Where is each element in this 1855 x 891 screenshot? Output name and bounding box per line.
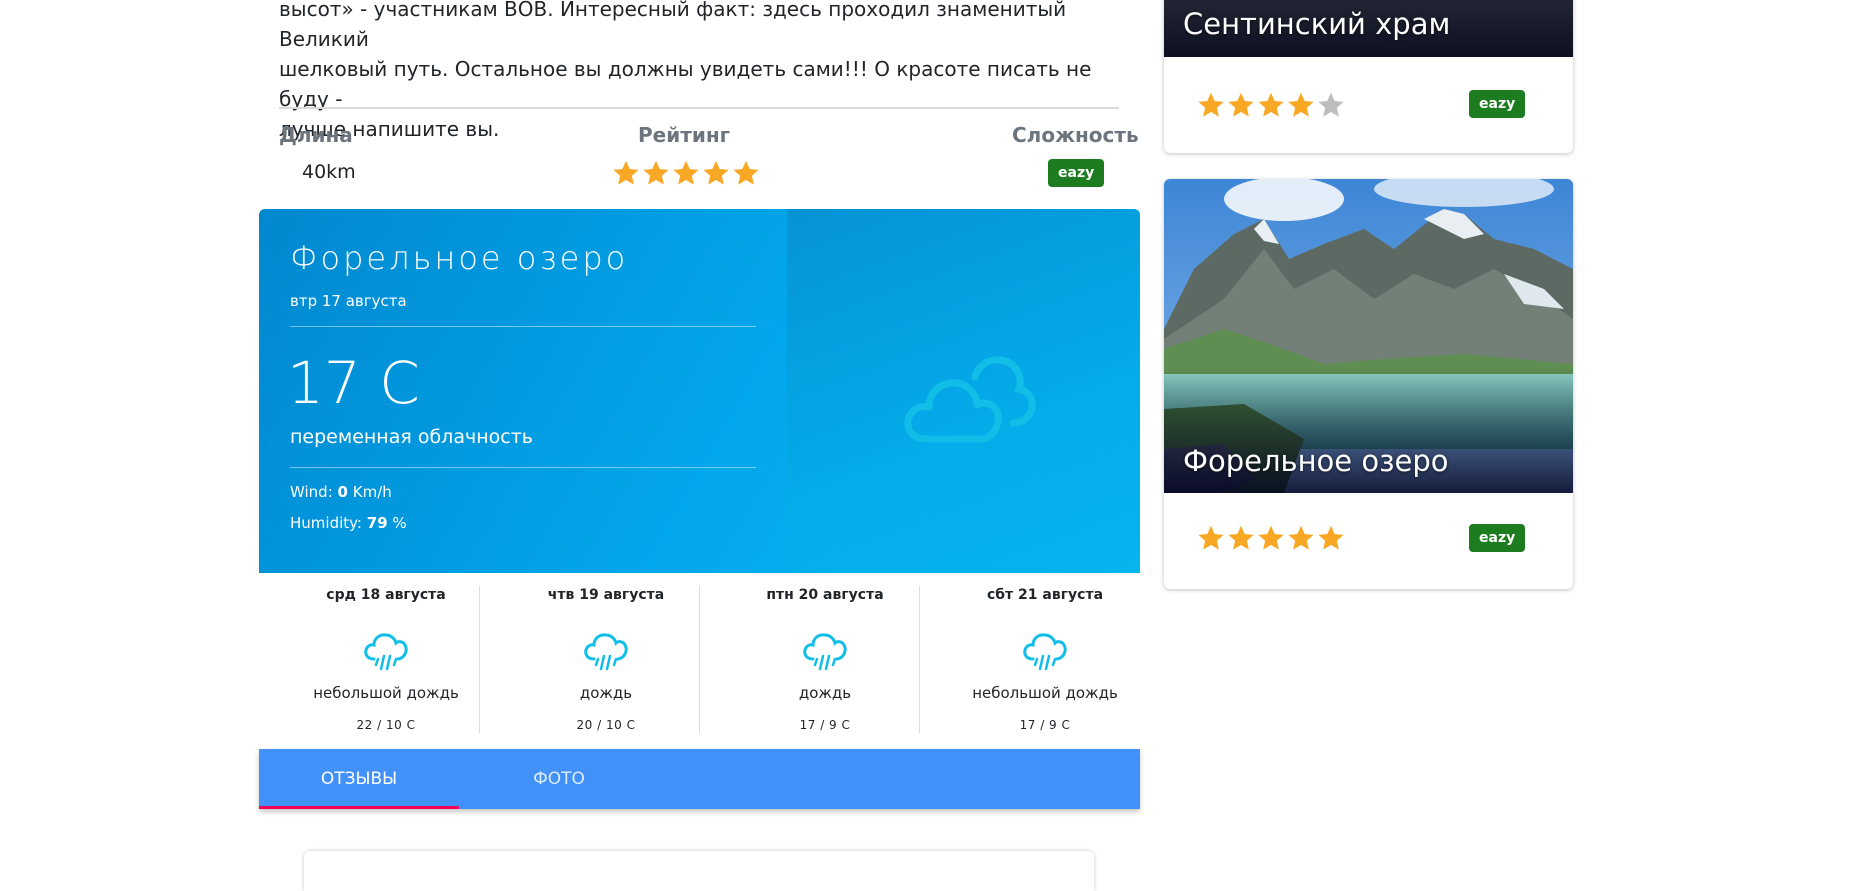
divider [699, 586, 700, 733]
star-filled-icon [1316, 523, 1346, 553]
tab-bar: ОТЗЫВЫ ФОТО [259, 749, 1140, 809]
length-value: 40km [302, 161, 356, 183]
forecast-day: чтв 19 августа дождь 20 / 10 C [496, 573, 716, 733]
wind-value: 0 [337, 483, 348, 501]
star-filled-icon [1226, 90, 1256, 120]
star-filled-icon [641, 158, 671, 188]
trail-card[interactable]: Форельное озеро eazy [1164, 179, 1573, 589]
forecast-day: сбт 21 августа небольшой дождь 17 / 9 C [935, 573, 1155, 733]
forecast-description: небольшой дождь [313, 684, 459, 702]
rating-label: Рейтинг [638, 123, 731, 147]
review-card [304, 851, 1094, 891]
forecast-day: срд 18 августа небольшой дождь 22 / 10 C [276, 573, 496, 733]
divider [290, 467, 756, 468]
tab-photos[interactable]: ФОТО [459, 749, 659, 809]
description-line: шелковый путь. Остальное вы должны увиде… [279, 57, 1092, 111]
weather-icon-panel [787, 209, 1140, 573]
weather-widget: Форельное озеро втр 17 августа 17 C пере… [259, 209, 1140, 573]
humidity-unit: % [392, 514, 407, 532]
weather-forecast: срд 18 августа небольшой дождь 22 / 10 C… [259, 573, 1140, 733]
rating-stars [611, 158, 761, 188]
star-filled-icon [731, 158, 761, 188]
star-filled-icon [1286, 523, 1316, 553]
trail-detail: высот» - участникам ВОВ. Интересный факт… [0, 0, 1160, 891]
forecast-description: небольшой дождь [972, 684, 1118, 702]
description-line: высот» - участникам ВОВ. Интересный факт… [279, 0, 1067, 51]
trail-card-rating [1196, 90, 1346, 120]
difficulty-badge: eazy [1469, 90, 1526, 118]
star-filled-icon [701, 158, 731, 188]
forecast-description: дождь [579, 684, 633, 702]
rain-icon [801, 629, 849, 675]
weather-description: переменная облачность [290, 426, 533, 448]
wind-label: Wind: [290, 483, 333, 501]
trail-card-image[interactable]: Сентинский храм [1164, 0, 1573, 57]
star-filled-icon [1226, 523, 1256, 553]
trail-card-title[interactable]: Форельное озеро [1183, 444, 1449, 478]
forecast-temps: 20 / 10 C [576, 718, 636, 732]
weather-wind: Wind: 0 Km/h [290, 483, 392, 501]
rain-icon [1021, 629, 1069, 675]
forecast-date: сбт 21 августа [986, 587, 1104, 603]
divider [290, 326, 756, 327]
divider [919, 586, 920, 733]
weather-date: втр 17 августа [290, 292, 407, 310]
divider [279, 107, 1119, 109]
wind-unit: Km/h [352, 483, 392, 501]
forecast-date: птн 20 августа [766, 587, 884, 603]
star-filled-icon [1256, 523, 1286, 553]
trail-card[interactable]: Сентинский храм eazy [1164, 0, 1573, 153]
forecast-day: птн 20 августа дождь 17 / 9 C [715, 573, 935, 733]
rain-icon [582, 629, 630, 675]
humidity-value: 79 [366, 514, 388, 532]
star-empty-icon [1316, 90, 1346, 120]
difficulty-badge: eazy [1469, 524, 1526, 552]
trail-card-title[interactable]: Сентинский храм [1183, 7, 1450, 41]
star-filled-icon [671, 158, 701, 188]
star-filled-icon [611, 158, 641, 188]
difficulty-label: Сложность [1012, 123, 1139, 147]
forecast-temps: 22 / 10 C [356, 718, 416, 732]
star-filled-icon [1196, 90, 1226, 120]
forecast-temps: 17 / 9 C [1019, 718, 1071, 732]
rain-icon [362, 629, 410, 675]
forecast-description: дождь [798, 684, 852, 702]
star-filled-icon [1196, 523, 1226, 553]
length-label: Длина [279, 123, 353, 147]
star-filled-icon [1256, 90, 1286, 120]
weather-temperature: 17 C [287, 349, 420, 417]
difficulty-badge: eazy [1048, 159, 1105, 187]
weather-humidity: Humidity: 79 % [290, 514, 407, 532]
forecast-temps: 17 / 9 C [799, 718, 851, 732]
weather-location: Форельное озеро [290, 239, 629, 277]
forecast-date: чтв 19 августа [547, 587, 665, 603]
humidity-label: Humidity: [290, 514, 362, 532]
forecast-date: срд 18 августа [326, 587, 446, 603]
star-filled-icon [1286, 90, 1316, 120]
divider [479, 586, 480, 733]
tab-reviews[interactable]: ОТЗЫВЫ [259, 749, 459, 809]
trail-card-rating [1196, 523, 1346, 553]
cloudy-icon [904, 356, 1036, 443]
